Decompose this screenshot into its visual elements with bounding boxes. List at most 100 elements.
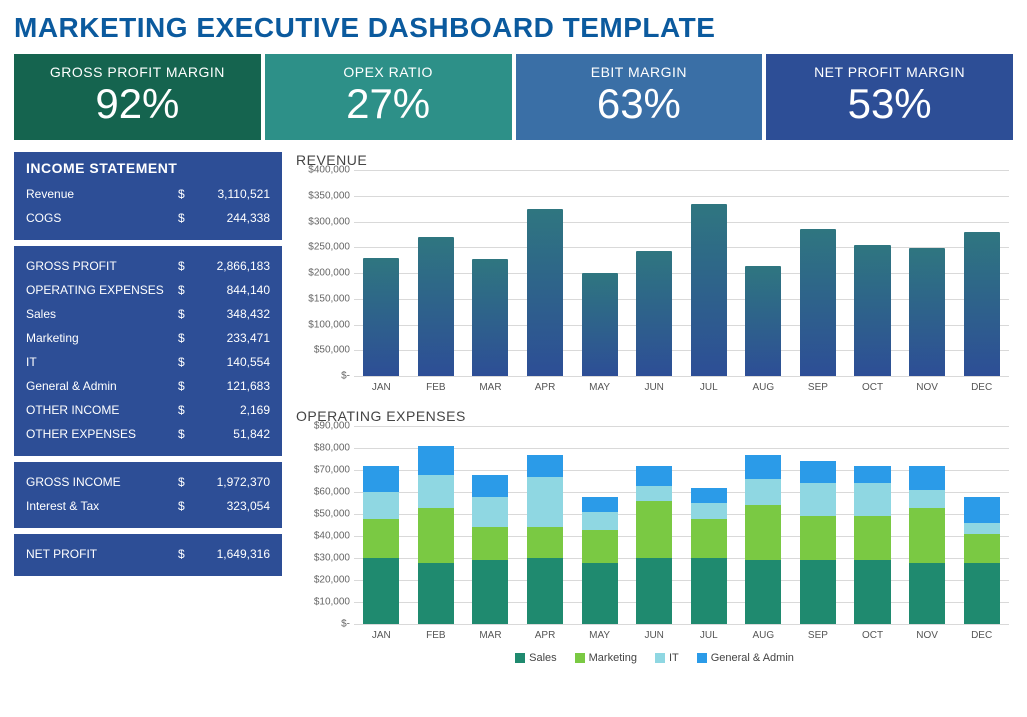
income-row-label: GROSS PROFIT (26, 259, 178, 273)
income-row: Sales$348,432 (26, 302, 270, 326)
y-axis-tick: $80,000 (314, 443, 350, 454)
y-axis-tick: $10,000 (314, 597, 350, 608)
x-axis-tick: JAN (354, 626, 409, 646)
revenue-bar (800, 229, 836, 376)
currency-symbol: $ (178, 403, 190, 417)
opex-chart: $-$10,000$20,000$30,000$40,000$50,000$60… (296, 426, 1013, 694)
opex-segment-it (800, 483, 836, 516)
opex-stacked-bar (909, 466, 945, 624)
income-row-value: 51,842 (190, 427, 270, 441)
income-row-label: Sales (26, 307, 178, 321)
revenue-bar (418, 237, 454, 376)
kpi-row: GROSS PROFIT MARGIN 92% OPEX RATIO 27% E… (14, 54, 1013, 140)
legend-swatch (697, 653, 707, 663)
x-axis-tick: FEB (409, 626, 464, 646)
y-axis-tick: $100,000 (308, 319, 350, 330)
opex-segment-it (363, 492, 399, 518)
income-row: OPERATING EXPENSES$844,140 (26, 278, 270, 302)
x-axis-tick: SEP (791, 626, 846, 646)
y-axis-tick: $20,000 (314, 575, 350, 586)
opex-segment-marketing (527, 527, 563, 558)
y-axis-tick: $60,000 (314, 487, 350, 498)
opex-segment-sales (964, 563, 1000, 625)
income-block-2: GROSS PROFIT$2,866,183OPERATING EXPENSES… (14, 246, 282, 456)
opex-segment-sales (745, 560, 781, 624)
opex-segment-general-admin (854, 466, 890, 484)
x-axis-tick: APR (518, 378, 573, 398)
opex-stacked-bar (854, 466, 890, 624)
opex-stacked-bar (582, 497, 618, 625)
revenue-bar (363, 258, 399, 376)
income-row: IT$140,554 (26, 350, 270, 374)
currency-symbol: $ (178, 475, 190, 489)
opex-stacked-bar (527, 455, 563, 624)
opex-segment-sales (691, 558, 727, 624)
income-row-label: Revenue (26, 187, 178, 201)
x-axis-tick: SEP (791, 378, 846, 398)
opex-stacked-bar (691, 488, 727, 624)
opex-stacked-bar (472, 475, 508, 625)
revenue-bar (854, 245, 890, 376)
income-block-3: GROSS INCOME$1,972,370Interest & Tax$323… (14, 462, 282, 528)
x-axis-tick: NOV (900, 626, 955, 646)
opex-legend: SalesMarketingITGeneral & Admin (296, 652, 1013, 664)
opex-segment-general-admin (363, 466, 399, 492)
opex-segment-it (582, 512, 618, 530)
opex-segment-it (418, 475, 454, 508)
y-axis-tick: $70,000 (314, 465, 350, 476)
x-axis-tick: MAR (463, 626, 518, 646)
y-axis-tick: $90,000 (314, 421, 350, 432)
opex-segment-sales (854, 560, 890, 624)
currency-symbol: $ (178, 427, 190, 441)
income-row-value: 121,683 (190, 379, 270, 393)
y-axis-tick: $30,000 (314, 553, 350, 564)
opex-segment-sales (418, 563, 454, 625)
legend-item: Marketing (575, 652, 637, 664)
legend-label: IT (669, 652, 679, 664)
opex-segment-it (909, 490, 945, 508)
legend-swatch (575, 653, 585, 663)
y-axis-tick: $250,000 (308, 242, 350, 253)
kpi-label: NET PROFIT MARGIN (772, 64, 1007, 80)
x-axis-tick: DEC (954, 378, 1009, 398)
kpi-gross-profit-margin: GROSS PROFIT MARGIN 92% (14, 54, 261, 140)
income-row-value: 2,169 (190, 403, 270, 417)
income-row: General & Admin$121,683 (26, 374, 270, 398)
opex-stacked-bar (363, 466, 399, 624)
x-axis-tick: AUG (736, 378, 791, 398)
income-row-value: 140,554 (190, 355, 270, 369)
opex-segment-general-admin (909, 466, 945, 490)
opex-segment-general-admin (691, 488, 727, 503)
income-header: INCOME STATEMENT (26, 160, 270, 176)
opex-segment-marketing (418, 508, 454, 563)
opex-segment-marketing (745, 505, 781, 560)
income-row-label: Marketing (26, 331, 178, 345)
x-axis-tick: OCT (845, 626, 900, 646)
x-axis-tick: JUN (627, 378, 682, 398)
x-axis-tick: MAY (572, 626, 627, 646)
opex-segment-sales (472, 560, 508, 624)
x-axis-tick: JUL (681, 378, 736, 398)
y-axis-tick: $350,000 (308, 190, 350, 201)
kpi-net-profit-margin: NET PROFIT MARGIN 53% (766, 54, 1013, 140)
opex-segment-marketing (363, 519, 399, 559)
income-row: Interest & Tax$323,054 (26, 494, 270, 518)
revenue-bar (527, 209, 563, 376)
y-axis-tick: $- (341, 619, 350, 630)
revenue-chart: $-$50,000$100,000$150,000$200,000$250,00… (296, 170, 1013, 398)
currency-symbol: $ (178, 283, 190, 297)
income-row-value: 1,972,370 (190, 475, 270, 489)
currency-symbol: $ (178, 547, 190, 561)
income-row-label: COGS (26, 211, 178, 225)
revenue-bar (636, 251, 672, 376)
opex-segment-it (854, 483, 890, 516)
opex-stacked-bar (964, 497, 1000, 625)
opex-segment-marketing (964, 534, 1000, 563)
y-axis-tick: $- (341, 371, 350, 382)
income-row-label: OTHER EXPENSES (26, 427, 178, 441)
opex-segment-it (472, 497, 508, 528)
y-axis-tick: $150,000 (308, 293, 350, 304)
opex-segment-it (691, 503, 727, 518)
opex-segment-sales (636, 558, 672, 624)
opex-segment-general-admin (636, 466, 672, 486)
